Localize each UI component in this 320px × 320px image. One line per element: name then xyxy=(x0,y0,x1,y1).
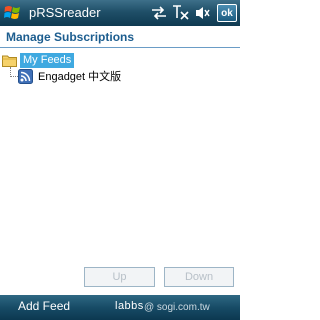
title-bar: pRSSreader ok xyxy=(0,0,240,26)
signal-off-icon[interactable] xyxy=(170,3,192,23)
start-flag-icon[interactable] xyxy=(3,3,23,23)
menu-softkey[interactable]: labbs xyxy=(115,300,144,312)
tree-node-feed[interactable]: Engadget 中文版 xyxy=(18,68,121,84)
watermark: @ sogi.com.tw xyxy=(144,302,210,313)
ok-button[interactable]: ok xyxy=(217,4,237,22)
volume-icon[interactable] xyxy=(192,3,214,23)
rss-feed-icon xyxy=(18,68,33,84)
up-button[interactable]: Up xyxy=(84,267,155,287)
softkey-bar: Add Feed labbs @ sogi.com.tw xyxy=(0,295,240,320)
tree-node-label: Engadget 中文版 xyxy=(38,71,122,83)
page-title: Manage Subscriptions xyxy=(6,30,135,44)
folder-icon xyxy=(2,55,17,67)
tree-node-my-feeds[interactable]: My Feeds xyxy=(2,52,75,68)
header-divider xyxy=(0,47,240,48)
add-feed-softkey[interactable]: Add Feed xyxy=(18,299,70,313)
tree-connector xyxy=(10,76,18,77)
status-icons: ok xyxy=(148,0,240,26)
down-button[interactable]: Down xyxy=(164,267,234,287)
app-title: pRSSreader xyxy=(29,5,101,20)
tree-node-label: My Feeds xyxy=(20,52,75,68)
sync-arrows-icon[interactable] xyxy=(148,3,170,23)
